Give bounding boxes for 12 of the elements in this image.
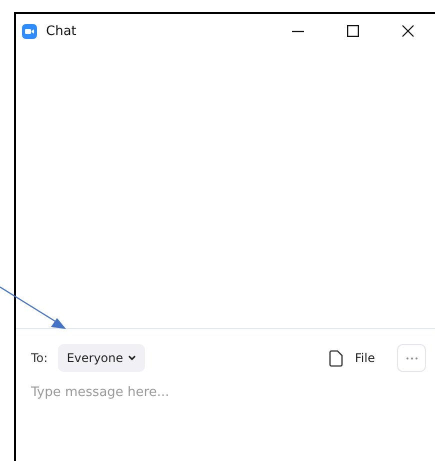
more-button[interactable]	[397, 344, 426, 372]
close-icon	[402, 25, 414, 37]
file-button[interactable]: File	[328, 350, 375, 366]
caret-icon	[128, 355, 136, 361]
annotation-arrow	[0, 284, 68, 332]
maximize-icon	[346, 25, 358, 37]
recipient-dropdown[interactable]: Everyone	[58, 344, 146, 372]
recipient-label: To:	[31, 351, 48, 365]
camera-app-icon	[22, 24, 37, 38]
document-icon	[328, 350, 343, 366]
more-icon	[406, 356, 418, 360]
window-title: Chat	[46, 24, 76, 38]
